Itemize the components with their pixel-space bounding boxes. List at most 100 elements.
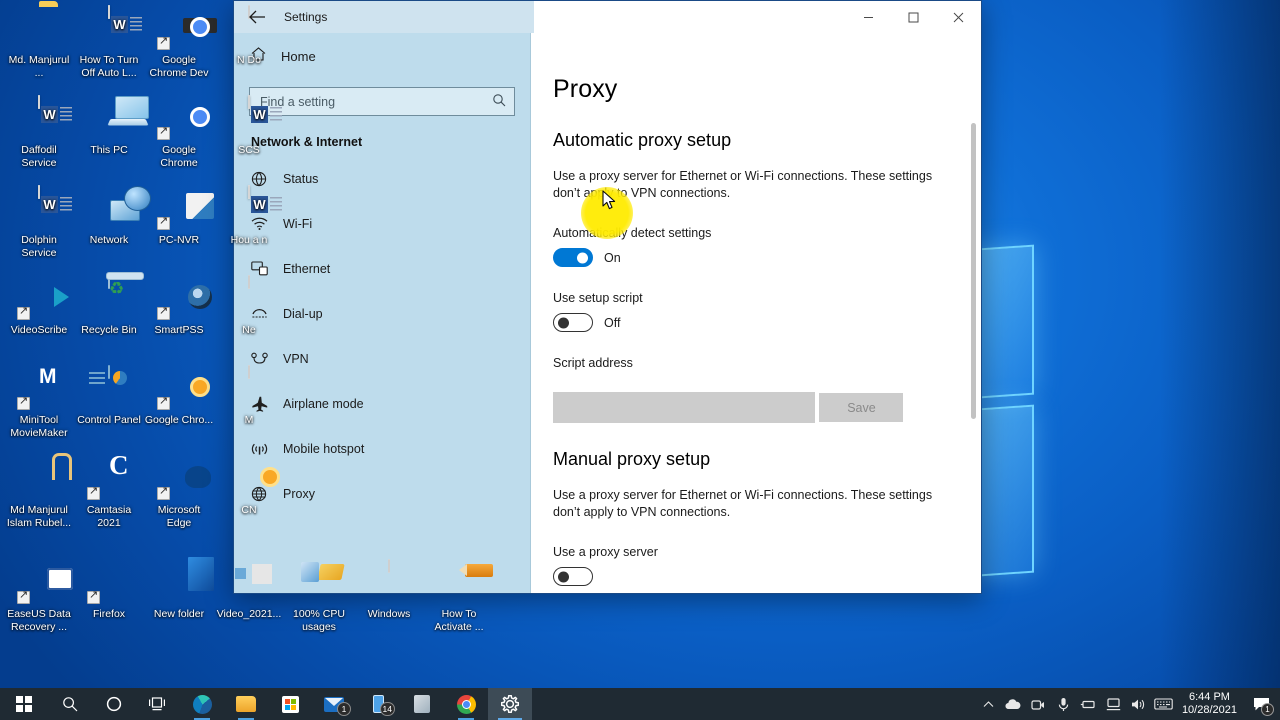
close-button[interactable] — [936, 1, 981, 33]
minimize-button[interactable] — [846, 1, 891, 33]
desktop-icon-easeus-data-recovery[interactable]: EaseUS Data Recovery ... — [4, 560, 74, 633]
script-address-input[interactable] — [553, 392, 815, 423]
desktop-icon-label: Recycle Bin — [81, 324, 137, 336]
taskbar-onenote-icon[interactable] — [400, 688, 444, 720]
desktop-icon-this-pc[interactable]: This PC — [74, 96, 144, 157]
usb-icon[interactable] — [1076, 688, 1101, 720]
desktop-icon-label: PC-NVR — [158, 234, 200, 246]
desktop-icon-hou-a-n[interactable]: Hou a n — [214, 185, 284, 247]
desktop-icon-dolphin-service[interactable]: Dolphin Service — [4, 185, 74, 259]
taskbar-mail-icon[interactable]: 1 — [312, 688, 356, 720]
taskbar-chrome-icon[interactable] — [444, 688, 488, 720]
task-view-icon[interactable] — [136, 688, 180, 720]
notepad-icon — [367, 559, 411, 604]
desktop-icon-scs[interactable]: SCS — [214, 95, 284, 157]
desktop-icon-windows[interactable]: Windows — [354, 559, 424, 621]
desktop-icon-google-chrome-dev[interactable]: Dev Google Chrome Dev — [144, 6, 217, 79]
taskbar-edge-icon[interactable] — [180, 688, 224, 720]
network-icon — [87, 186, 131, 230]
desktop-icon-m[interactable]: M — [214, 365, 284, 427]
auto-detect-toggle-row[interactable]: On — [553, 248, 981, 267]
this-pc-icon — [87, 96, 131, 140]
desktop-icon-100-cpu-usages[interactable]: 100% CPU usages — [284, 560, 354, 633]
desktop-icon-smartpss[interactable]: SmartPSS — [144, 276, 214, 337]
auto-detect-toggle[interactable] — [553, 248, 593, 267]
desktop-icon-ne[interactable]: Ne — [214, 275, 284, 337]
system-tray[interactable]: 6:44 PM 10/28/2021 1 — [976, 688, 1280, 720]
use-proxy-server-toggle-row[interactable] — [553, 567, 981, 586]
toggle-knob — [577, 252, 588, 263]
action-center-icon[interactable]: 1 — [1246, 688, 1276, 720]
desktop-icon-videoscribe[interactable]: VideoScribe — [4, 276, 74, 337]
desktop-icon-label: Camtasia 2021 — [86, 504, 132, 529]
desktop-icon-label: CN — [241, 504, 257, 516]
desktop-icon-recycle-bin[interactable]: Recycle Bin — [74, 275, 144, 337]
wallpaper-vignette — [1160, 0, 1280, 688]
keyboard-icon[interactable] — [1151, 688, 1176, 720]
setup-script-toggle-row[interactable]: Off — [553, 313, 981, 332]
desktop-icon-md-manjurul[interactable]: Md. Manjurul ... — [4, 6, 74, 79]
folder-blue-icon — [157, 560, 201, 604]
desktop-icon-how-to-activate[interactable]: How To Activate ... — [424, 560, 494, 633]
window-controls[interactable] — [846, 1, 981, 33]
content-scrollbar[interactable] — [971, 89, 976, 593]
automatic-proxy-heading: Automatic proxy setup — [553, 130, 732, 150]
desktop-icon-label: Hou a n — [230, 234, 268, 246]
taskbar-your-phone-icon[interactable]: 14 — [356, 688, 400, 720]
back-arrow-icon[interactable] — [234, 1, 280, 33]
desktop-icon-how-to-turn-off-auto-l[interactable]: How To Turn Off Auto L... — [74, 5, 144, 79]
desktop-icon-md-manjurul-islam-rubel[interactable]: Md Manjurul Islam Rubel... — [4, 456, 74, 529]
network-icon[interactable] — [1101, 688, 1126, 720]
videoscribe-icon — [17, 276, 61, 320]
desktop-icon-new-folder[interactable]: New folder — [144, 560, 214, 621]
search-input[interactable] — [260, 94, 492, 109]
taskbar-clock[interactable]: 6:44 PM 10/28/2021 — [1176, 691, 1246, 717]
onedrive-icon[interactable] — [1001, 688, 1026, 720]
gear-icon — [501, 695, 519, 713]
desktop-icon-label: Video_2021... — [216, 608, 282, 620]
window-title-bar[interactable]: Settings — [234, 1, 981, 33]
save-button[interactable]: Save — [819, 393, 904, 422]
desktop-icon-pc-nvr[interactable]: PC-NVR — [144, 186, 214, 247]
desktop-icon-minitool-moviemaker[interactable]: MiniTool MovieMaker — [4, 366, 74, 439]
taskbar[interactable]: 1 14 6:44 PM 10/28/2021 1 — [0, 688, 1280, 720]
taskbar-settings-icon[interactable] — [488, 688, 532, 720]
chevron-up-icon[interactable] — [976, 688, 1001, 720]
file-explorer-icon — [236, 696, 256, 712]
taskbar-file-explorer-icon[interactable] — [224, 688, 268, 720]
desktop-icon-google-chro[interactable]: Google Chro... — [144, 366, 214, 427]
camera-icon[interactable] — [1026, 688, 1051, 720]
desktop-icon-firefox[interactable]: Firefox — [74, 560, 144, 621]
sidebar-item-label: Mobile hotspot — [283, 441, 365, 456]
word-icon — [227, 95, 271, 140]
use-proxy-server-toggle[interactable] — [553, 567, 593, 586]
maximize-button[interactable] — [891, 1, 936, 33]
desktop-icon-google-chrome[interactable]: Google Chrome — [144, 96, 214, 169]
desktop-icon-cn[interactable]: CN — [214, 456, 284, 517]
volume-icon[interactable] — [1126, 688, 1151, 720]
start-button[interactable] — [0, 688, 48, 720]
desktop-icon-control-panel[interactable]: Control Panel — [74, 365, 144, 427]
desktop-icon-microsoft-edge[interactable]: Microsoft Edge — [144, 456, 214, 529]
cortana-icon[interactable] — [92, 688, 136, 720]
taskbar-microsoft-store-icon[interactable] — [268, 688, 312, 720]
notepad-icon — [227, 365, 271, 410]
sidebar-item-label: Status — [283, 171, 319, 186]
desktop-icon-daffodil-service[interactable]: Daffodil Service — [4, 95, 74, 169]
video-icon — [227, 560, 271, 604]
setup-script-toggle[interactable] — [553, 313, 593, 332]
search-box[interactable] — [249, 87, 515, 116]
scrollbar-thumb[interactable] — [971, 123, 976, 419]
winrar-icon — [17, 456, 61, 500]
desktop-icon-network[interactable]: Network — [74, 186, 144, 247]
microphone-icon[interactable] — [1051, 688, 1076, 720]
word-icon — [17, 95, 61, 140]
settings-window[interactable]: Settings Home Find a setting Network & I… — [233, 0, 982, 594]
search-icon[interactable] — [492, 93, 506, 110]
camtasia-icon — [87, 456, 131, 500]
taskbar-search-icon[interactable] — [48, 688, 92, 720]
desktop-icon-label: MiniTool MovieMaker — [10, 414, 68, 439]
microsoft-store-icon — [281, 695, 299, 713]
desktop-icon-camtasia-2021[interactable]: Camtasia 2021 — [74, 456, 144, 529]
desktop-icon-video-2021[interactable]: Video_2021... — [214, 560, 284, 621]
